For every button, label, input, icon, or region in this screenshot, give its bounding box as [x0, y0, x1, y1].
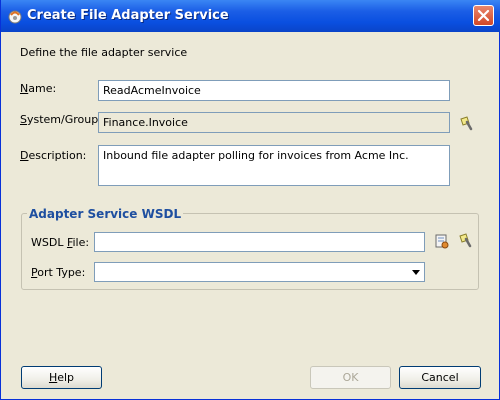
app-icon [7, 8, 23, 24]
chevron-down-icon[interactable] [412, 270, 420, 275]
intro-text: Define the file adapter service [20, 46, 188, 59]
cancel-button[interactable]: Cancel [399, 366, 481, 389]
flashlight-icon[interactable] [457, 232, 473, 248]
port-type-select[interactable] [94, 262, 425, 282]
wsdl-file-field[interactable] [94, 232, 425, 252]
dialog-title: Create File Adapter Service [27, 8, 229, 23]
create-file-adapter-dialog: Create File Adapter Service Define the f… [0, 0, 500, 400]
wsdl-chooser-icon[interactable] [434, 233, 450, 249]
close-icon [477, 9, 490, 22]
flashlight-icon[interactable] [458, 115, 474, 131]
name-field[interactable] [98, 80, 450, 101]
close-button[interactable] [473, 5, 494, 26]
wsdl-group-title: Adapter Service WSDL [27, 207, 184, 221]
name-label: Name: [20, 82, 57, 95]
title-bar[interactable]: Create File Adapter Service [1, 0, 500, 32]
description-field[interactable]: Inbound file adapter polling for invoice… [98, 145, 450, 186]
port-type-label: Port Type: [31, 266, 86, 279]
wsdl-file-label: WSDL File: [31, 236, 90, 249]
system-group-label: System/Group: [20, 113, 102, 126]
ok-button[interactable]: OK [310, 366, 391, 389]
help-button[interactable]: Help [21, 366, 102, 389]
system-group-field[interactable] [98, 112, 450, 133]
description-label: Description: [20, 149, 87, 162]
